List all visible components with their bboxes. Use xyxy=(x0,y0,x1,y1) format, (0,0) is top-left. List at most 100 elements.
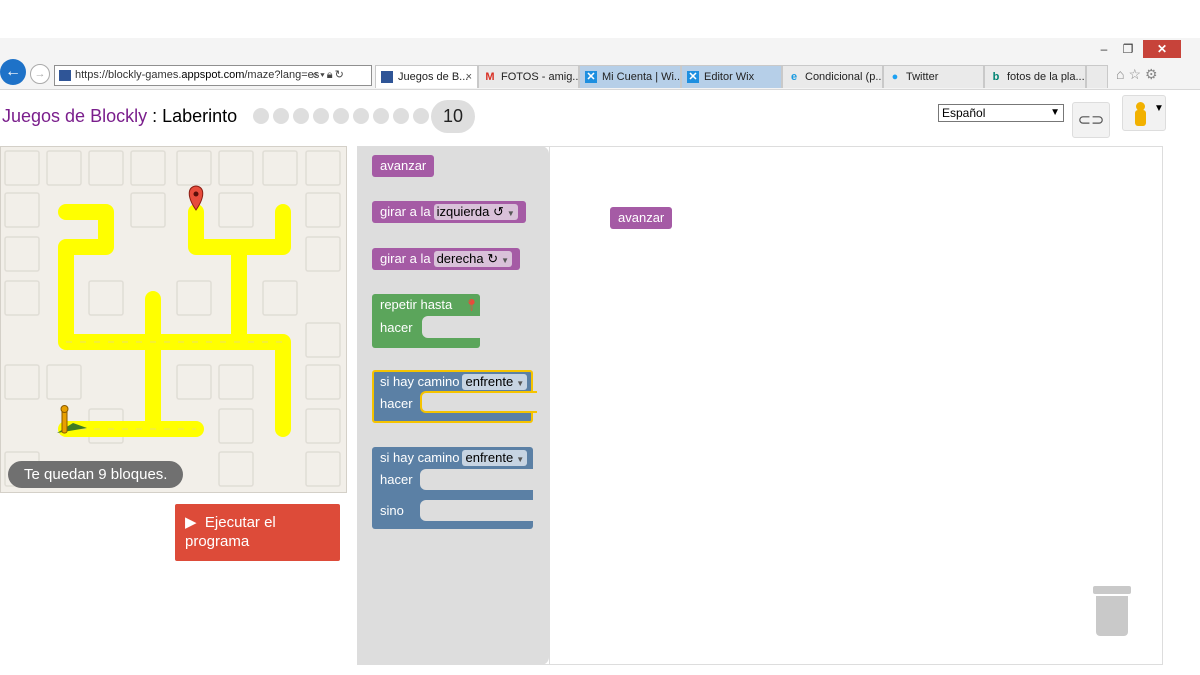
level-dot-9[interactable] xyxy=(413,108,429,124)
dropdown-icon[interactable]: ▾ xyxy=(320,69,327,81)
twitter-icon: ● xyxy=(891,71,899,83)
turn-direction-dropdown[interactable]: derecha ↻ ▼ xyxy=(433,251,513,267)
forward-arrow-icon[interactable]: → xyxy=(30,64,50,84)
level-dot-8[interactable] xyxy=(393,108,409,124)
block-label: si hay camino enfrente ▼ xyxy=(380,449,528,467)
url-tools[interactable]: ⌕▾🔒︎↻ xyxy=(312,65,346,86)
new-tab-button[interactable] xyxy=(1086,65,1108,88)
level-dot-3[interactable] xyxy=(293,108,309,124)
link-button[interactable]: ⊂⊃ xyxy=(1072,102,1110,138)
dropdown-value: derecha xyxy=(436,251,484,266)
goal-marker-icon: 📍︎ xyxy=(464,298,480,312)
tab-label: Mi Cuenta | Wi... xyxy=(602,71,681,83)
block-label: hacer xyxy=(380,320,413,335)
tab-juegos[interactable]: Juegos de B... × xyxy=(375,65,478,88)
language-select[interactable]: Español ▼ xyxy=(938,104,1064,122)
tab-fotos-playa[interactable]: b fotos de la pla... xyxy=(984,65,1086,88)
bing-icon: b xyxy=(992,71,1000,83)
rotate-right-icon: ↻ xyxy=(487,251,499,266)
block-turn-left[interactable]: girar a la izquierda ↺ ▼ xyxy=(372,201,526,223)
maze-board xyxy=(0,146,347,493)
maximize-icon[interactable]: ❐ xyxy=(1118,40,1138,58)
level-current[interactable]: 10 xyxy=(431,100,475,133)
window-titlebar xyxy=(0,38,1200,62)
wix-icon: ✕ xyxy=(585,71,597,83)
statement-slot xyxy=(420,469,533,490)
block-label: hacer xyxy=(380,472,413,487)
block-turn-right[interactable]: girar a la derecha ↻ ▼ xyxy=(372,248,521,270)
search-icon[interactable]: ⌕ xyxy=(312,69,320,81)
level-dot-1[interactable] xyxy=(253,108,269,124)
path-direction-dropdown[interactable]: enfrente ▼ xyxy=(462,450,528,466)
tab-mi-cuenta[interactable]: ✕ Mi Cuenta | Wi... xyxy=(579,65,681,88)
level-dot-5[interactable] xyxy=(333,108,349,124)
blank-area xyxy=(0,0,1200,38)
tab-twitter[interactable]: ● Twitter xyxy=(883,65,984,88)
tab-label: Editor Wix xyxy=(704,71,755,83)
chevron-down-icon: ▼ xyxy=(516,455,525,464)
trash-lid xyxy=(1093,586,1131,594)
maze-path xyxy=(58,204,291,437)
statement-slot xyxy=(422,316,480,338)
wix-icon: ✕ xyxy=(687,71,699,83)
block-label: sino xyxy=(380,503,404,518)
language-value: Español xyxy=(942,106,986,120)
run-program-button[interactable]: ▶ Ejecutar el programa xyxy=(175,504,340,561)
dropdown-value: enfrente xyxy=(465,450,514,465)
gear-icon[interactable]: ⚙ xyxy=(1145,66,1162,82)
block-label: avanzar xyxy=(618,210,665,225)
maze-svg xyxy=(4,150,341,487)
chevron-down-icon: ▼ xyxy=(501,256,510,265)
refresh-icon[interactable]: ↻ xyxy=(335,69,346,81)
tab-label: Juegos de B... xyxy=(398,71,469,83)
lock-icon[interactable]: 🔒︎ xyxy=(327,69,335,81)
block-repeat-until[interactable]: repetir hasta 📍︎ hacer xyxy=(372,294,480,348)
statement-slot xyxy=(420,500,533,521)
url-prefix: https://blockly-games. xyxy=(75,69,182,81)
block-move-forward[interactable]: avanzar xyxy=(372,155,435,177)
block-if-path[interactable]: si hay camino enfrente ▼ hacer xyxy=(372,370,537,423)
url-suffix: /maze?lang=es xyxy=(244,69,320,81)
level-dot-6[interactable] xyxy=(353,108,369,124)
tab-close-icon[interactable]: × xyxy=(466,66,472,88)
trash-icon[interactable] xyxy=(1093,586,1131,636)
back-arrow-icon[interactable]: ← xyxy=(0,59,26,85)
tab-fotos[interactable]: M FOTOS - amig... xyxy=(478,65,579,88)
block-label: repetir hasta xyxy=(380,297,453,312)
level-dot-2[interactable] xyxy=(273,108,289,124)
star-icon[interactable]: ☆ xyxy=(1128,66,1145,82)
chevron-down-icon: ▼ xyxy=(506,209,515,218)
dropdown-value: enfrente xyxy=(465,374,514,389)
home-icon[interactable]: ⌂ xyxy=(1116,66,1128,82)
minimize-icon[interactable]: – xyxy=(1094,40,1114,58)
toolbox: avanzar girar a la izquierda ↺ ▼ girar a l… xyxy=(358,146,549,665)
block-label: si hay camino enfrente ▼ xyxy=(380,373,528,391)
browser-icons: ⌂☆⚙ xyxy=(1116,66,1162,83)
level-dot-7[interactable] xyxy=(373,108,389,124)
tab-condicional[interactable]: e Condicional (p... xyxy=(782,65,883,88)
brand-link[interactable]: Juegos de Blockly xyxy=(2,106,147,126)
workspace-block-move-forward[interactable]: avanzar xyxy=(610,207,673,229)
url-domain: appspot.com xyxy=(181,69,245,81)
tab-editor-wix[interactable]: ✕ Editor Wix xyxy=(681,65,782,88)
chevron-down-icon: ▼ xyxy=(1154,103,1164,114)
game-name: Laberinto xyxy=(162,106,238,126)
trash-can xyxy=(1096,596,1128,636)
page-title: Juegos de Blockly : Laberinto xyxy=(2,106,237,127)
tab-label: Twitter xyxy=(906,71,939,83)
tab-label: fotos de la pla... xyxy=(1007,71,1085,83)
chevron-down-icon: ▼ xyxy=(1050,107,1060,118)
dropdown-value: izquierda xyxy=(436,204,490,219)
rotate-left-icon: ↺ xyxy=(492,204,504,219)
pegman-button[interactable]: ▼ xyxy=(1122,95,1166,131)
path-direction-dropdown[interactable]: enfrente ▼ xyxy=(462,374,528,390)
block-if-else-path[interactable]: si hay camino enfrente ▼ hacer sino xyxy=(372,447,533,529)
turn-direction-dropdown[interactable]: izquierda ↺ ▼ xyxy=(433,204,518,220)
level-dot-4[interactable] xyxy=(313,108,329,124)
play-icon: ▶ xyxy=(185,514,197,531)
block-label: hacer xyxy=(380,396,413,411)
blocks-remaining-badge: Te quedan 9 bloques. xyxy=(8,461,184,488)
run-program-label: Ejecutar el programa xyxy=(185,514,276,550)
block-label: girar a la xyxy=(380,204,431,219)
close-window-icon[interactable]: ✕ xyxy=(1143,40,1181,58)
